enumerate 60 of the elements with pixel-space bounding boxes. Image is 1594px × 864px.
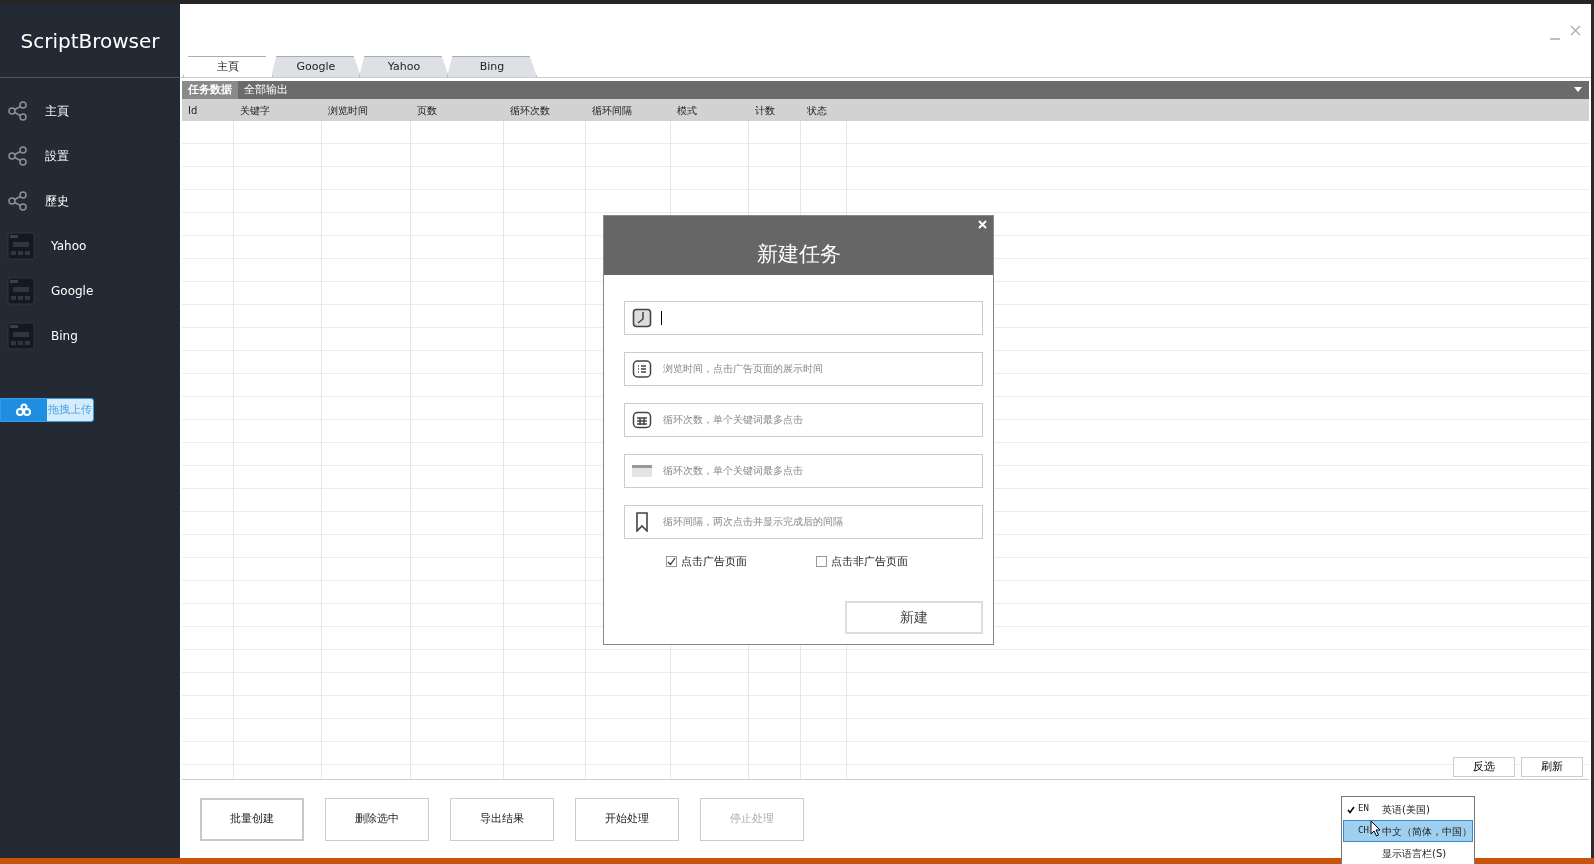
column-header: 页数 — [416, 103, 438, 118]
clock-icon — [632, 307, 652, 328]
tab[interactable]: 主頁 — [183, 56, 273, 77]
close-button[interactable] — [978, 220, 987, 229]
menu-item[interactable]: CH 中文（简体，中国） — [1343, 820, 1473, 842]
app-title: ScriptBrowser — [20, 27, 160, 55]
share-icon — [7, 144, 29, 167]
checkmark-icon — [1347, 805, 1355, 814]
action-button[interactable]: 删除选中 — [325, 797, 429, 841]
tab[interactable]: Yahoo — [359, 56, 449, 77]
browser-window-icon — [7, 276, 35, 305]
sidebar-item[interactable]: Bing — [0, 313, 180, 358]
column-header: 关键字 — [239, 103, 271, 118]
grid-button[interactable]: 刷新 — [1521, 757, 1583, 777]
checkbox[interactable]: 点击广告页面 — [666, 553, 816, 570]
checkmark-icon — [667, 557, 676, 567]
tab[interactable]: Google — [271, 56, 361, 77]
input-field[interactable]: 浏览时间，点击广告页面的展示时间 — [624, 351, 983, 386]
calendar-icon — [632, 409, 652, 430]
column-header: Id — [187, 103, 199, 118]
share-icon — [7, 189, 29, 212]
column-header: 浏览时间 — [327, 103, 369, 118]
dialog-title: 新建任务 — [756, 240, 841, 268]
menu-item[interactable]: EN 英语(美国) — [1343, 798, 1473, 820]
input-field[interactable] — [624, 300, 983, 335]
grid-tab[interactable]: 全部输出 — [238, 81, 294, 99]
input-field[interactable]: 循环次数，单个关键词最多点击 — [624, 402, 983, 437]
share-icon — [7, 99, 29, 122]
action-button[interactable]: 导出结果 — [450, 797, 554, 841]
sidebar-item[interactable]: 歷史 — [0, 178, 180, 223]
menu-item[interactable]: 显示语言栏(S) — [1343, 842, 1473, 864]
browser-window-icon — [7, 231, 35, 260]
close-icon — [1570, 25, 1581, 36]
column-header: 模式 — [676, 103, 698, 118]
create-button[interactable]: 新建 — [845, 601, 983, 634]
dropdown-icon — [1573, 87, 1583, 93]
text-caret — [661, 310, 662, 325]
close-icon — [978, 220, 987, 229]
cloud-icon — [16, 403, 32, 417]
minimize-icon — [1550, 37, 1560, 40]
column-header: 循环间隔 — [591, 103, 633, 118]
browser-window-icon — [7, 321, 35, 350]
checkbox[interactable]: 点击非广告页面 — [816, 553, 966, 570]
sidebar-item[interactable]: Google — [0, 268, 180, 313]
list-icon — [632, 358, 652, 379]
column-header: 计数 — [754, 103, 776, 118]
sidebar-item[interactable]: 設置 — [0, 133, 180, 178]
column-header: 循环次数 — [509, 103, 551, 118]
action-button[interactable]: 开始处理 — [575, 797, 679, 841]
mouse-cursor-icon — [1370, 820, 1381, 837]
input-field[interactable]: 循环间隔，两次点击并显示完成后的间隔 — [624, 504, 983, 539]
sidebar-item[interactable]: Yahoo — [0, 223, 180, 268]
bookmark-icon — [635, 511, 649, 532]
sidebar-item[interactable]: 主頁 — [0, 88, 180, 133]
input-field[interactable]: 循环次数，单个关键词最多点击 — [624, 453, 983, 488]
action-button: 停止处理 — [700, 797, 804, 841]
column-header: 状态 — [806, 103, 828, 118]
action-button[interactable]: 批量创建 — [200, 797, 304, 841]
grid-button[interactable]: 反选 — [1453, 757, 1515, 777]
tab[interactable]: Bing — [447, 56, 537, 77]
